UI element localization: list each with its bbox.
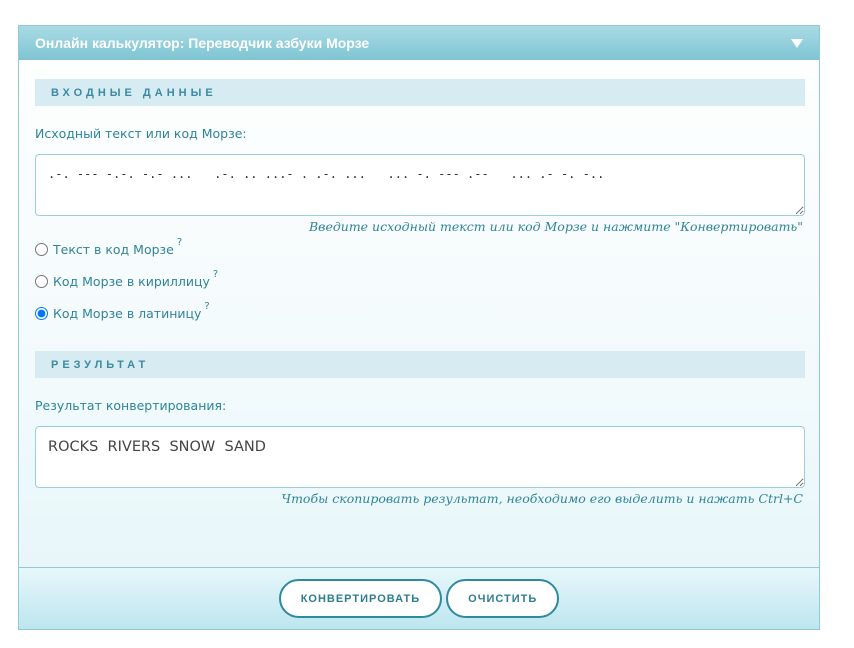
clear-button[interactable]: ОЧИСТИТЬ — [446, 579, 560, 618]
input-section-header: ВХОДНЫЕ ДАННЫЕ — [35, 79, 805, 106]
help-icon[interactable]: ? — [213, 269, 218, 280]
option-morse-to-latin-label: Код Морзе в латиницу — [53, 306, 202, 321]
help-icon[interactable]: ? — [204, 301, 209, 312]
result-output[interactable]: ROCKS RIVERS SNOW SAND — [35, 426, 805, 488]
option-text-to-morse[interactable]: Текст в код Морзе ? — [35, 237, 182, 257]
source-text-input[interactable]: .-. --- -.-. -.- ... .-. .. ...- . .-. .… — [35, 154, 805, 216]
option-morse-to-latin[interactable]: Код Морзе в латиницу ? — [35, 301, 210, 321]
calculator-panel: Онлайн калькулятор: Переводчик азбуки Мо… — [18, 25, 820, 630]
panel-header[interactable]: Онлайн калькулятор: Переводчик азбуки Мо… — [19, 26, 819, 60]
panel-footer: КОНВЕРТИРОВАТЬ ОЧИСТИТЬ — [19, 567, 819, 629]
chevron-down-icon[interactable] — [791, 38, 803, 48]
option-morse-to-cyrillic-radio[interactable] — [35, 275, 48, 288]
result-hint: Чтобы скопировать результат, необходимо … — [281, 491, 803, 506]
input-section-title: ВХОДНЫЕ ДАННЫЕ — [51, 86, 217, 99]
option-morse-to-cyrillic-label: Код Морзе в кириллицу — [53, 274, 210, 289]
panel-title: Онлайн калькулятор: Переводчик азбуки Мо… — [35, 35, 370, 51]
convert-button[interactable]: КОНВЕРТИРОВАТЬ — [278, 579, 443, 618]
option-text-to-morse-radio[interactable] — [35, 243, 48, 256]
result-field-label: Результат конвертирования: — [35, 398, 227, 413]
source-hint: Введите исходный текст или код Морзе и н… — [308, 219, 803, 234]
option-morse-to-cyrillic[interactable]: Код Морзе в кириллицу ? — [35, 269, 218, 289]
option-morse-to-latin-radio[interactable] — [35, 307, 48, 320]
result-section-title: РЕЗУЛЬТАТ — [51, 358, 150, 371]
source-field-label: Исходный текст или код Морзе: — [35, 126, 247, 141]
help-icon[interactable]: ? — [177, 237, 182, 248]
option-text-to-morse-label: Текст в код Морзе — [53, 242, 174, 257]
result-section-header: РЕЗУЛЬТАТ — [35, 351, 805, 378]
